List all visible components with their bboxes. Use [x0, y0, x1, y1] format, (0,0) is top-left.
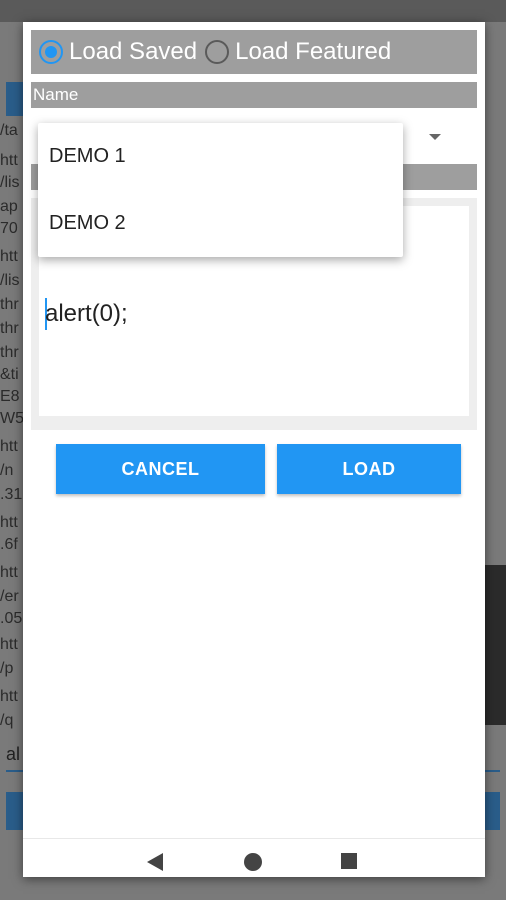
background-text: thr: [0, 344, 19, 361]
background-text: htt: [0, 636, 18, 653]
status-bar: [0, 0, 506, 22]
background-text: ap: [0, 198, 18, 215]
name-dropdown-menu: DEMO 1 DEMO 2: [38, 123, 403, 257]
radio-load-featured-label: Load Featured: [235, 38, 392, 65]
background-text: /n: [0, 462, 14, 479]
background-text: htt: [0, 514, 18, 531]
background-text: E8: [0, 388, 20, 405]
background-text: &ti: [0, 366, 19, 383]
source-radio-group: Load Saved Load Featured: [31, 30, 477, 74]
background-text: .31: [0, 486, 23, 503]
background-text: .05: [0, 610, 23, 627]
background-text: /q: [0, 712, 14, 729]
background-text: /er: [0, 588, 19, 605]
background-text: /lis: [0, 174, 20, 191]
background-text: htt: [0, 688, 18, 705]
radio-unchecked-icon[interactable]: [205, 40, 230, 64]
radio-checked-icon[interactable]: [39, 40, 63, 64]
background-text: /lis: [0, 272, 20, 289]
home-icon[interactable]: [244, 853, 262, 871]
dialog-buttons: CANCEL LOAD: [23, 444, 485, 494]
back-icon[interactable]: [147, 853, 163, 871]
name-section-header: Name: [31, 82, 477, 108]
cancel-button[interactable]: CANCEL: [56, 444, 265, 494]
background-text: htt: [0, 152, 18, 169]
navigation-bar: [23, 838, 485, 877]
dropdown-arrow-icon[interactable]: [429, 134, 441, 140]
background-text: thr: [0, 320, 19, 337]
code-text[interactable]: alert(0);: [45, 300, 128, 328]
radio-load-saved-label: Load Saved: [69, 38, 198, 65]
background-text: thr: [0, 296, 19, 313]
dropdown-item-demo-1[interactable]: DEMO 1: [38, 123, 403, 190]
background-text: 70: [0, 220, 18, 237]
background-text: /ta: [0, 122, 18, 139]
background-text: /p: [0, 660, 14, 677]
radio-load-featured[interactable]: Load Featured: [197, 30, 391, 74]
dropdown-item-demo-2[interactable]: DEMO 2: [38, 190, 403, 257]
background-text: htt: [0, 248, 18, 265]
load-button[interactable]: LOAD: [277, 444, 461, 494]
background-text: htt: [0, 564, 18, 581]
background-text: htt: [0, 438, 18, 455]
background-text: .6f: [0, 536, 18, 553]
background-image: [484, 565, 506, 725]
background-input-text: al: [6, 744, 21, 764]
recents-icon[interactable]: [341, 853, 357, 869]
radio-load-saved[interactable]: Load Saved: [31, 30, 197, 74]
background-text: W5: [0, 410, 24, 427]
